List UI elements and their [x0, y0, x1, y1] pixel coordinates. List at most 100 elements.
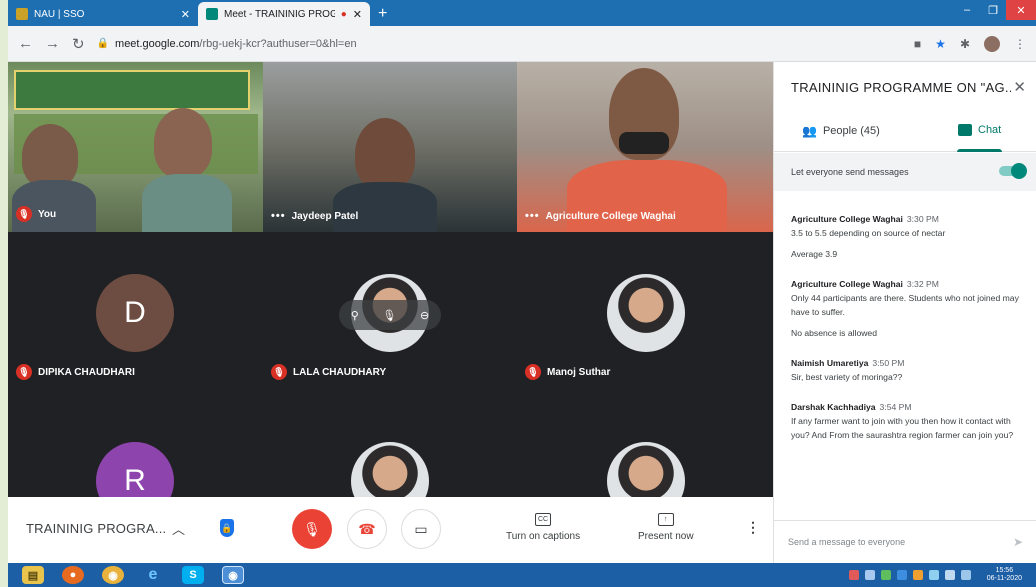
tab-meet[interactable]: Meet - TRAININIG PROGRAI ● ✕ [198, 2, 370, 26]
camera-icon[interactable]: ■ [914, 37, 921, 51]
firefox-icon[interactable]: ● [62, 566, 84, 584]
meeting-controls: TRAININIG PROGRA... ︿ 🔒 🎙 ☎ ▭ CC Turn on… [8, 497, 773, 563]
recording-dot-icon: ● [340, 8, 347, 20]
bookmark-star-icon[interactable]: ★ [935, 37, 946, 51]
mask [619, 132, 669, 154]
leave-call-button[interactable]: ☎ [347, 509, 387, 549]
internet-explorer-icon[interactable]: e [142, 566, 164, 584]
tile-lala-chaudhary[interactable]: ⚲ 🎙 ⊖ 🎙 LALA CHAUDHARY [263, 232, 517, 390]
tile-participant[interactable] [263, 390, 517, 497]
tile-label: ••• Jaydeep Patel [271, 210, 358, 222]
tab-chat[interactable]: Chat [958, 124, 1001, 136]
more-options-icon[interactable]: ••• [271, 210, 286, 222]
participant-name: Manoj Suthar [547, 366, 611, 378]
let-everyone-toggle[interactable] [999, 163, 1027, 179]
message-text: No absence is allowed [791, 328, 877, 338]
tray-app-icon[interactable] [912, 570, 923, 580]
people-label: People (45) [822, 125, 880, 137]
back-icon[interactable]: ← [18, 35, 33, 52]
send-message-box: Send a message to everyone ➤ [774, 520, 1036, 563]
url-path: /rbg-uekj-kcr?authuser=0&hl=en [199, 37, 357, 50]
skype-icon[interactable]: S [182, 566, 204, 584]
more-options-icon[interactable]: ••• [525, 210, 540, 222]
keyboard-icon[interactable] [960, 570, 971, 580]
restore-icon[interactable]: ❐ [980, 0, 1006, 20]
panel-title: TRAININIG PROGRAMME ON "AG... [791, 80, 1011, 95]
chat-message: Darshak Kachhadiya 3:54 PM If any farmer … [791, 400, 1023, 442]
clock[interactable]: 15:56 06-11-2020 [987, 567, 1022, 583]
minimize-icon[interactable]: – [954, 0, 980, 20]
puzzle-icon[interactable]: ✱ [960, 37, 970, 51]
video-grid: 🎙 You ••• Jaydeep Patel ••• Agriculture … [8, 62, 773, 497]
file-explorer-icon[interactable]: ▤ [22, 566, 44, 584]
reload-icon[interactable]: ↻ [72, 35, 85, 53]
chat-messages: Agriculture College Waghai 3:30 PM 3.5 to… [791, 212, 1023, 454]
message-text: Only 44 participants are there. Students… [791, 293, 1019, 317]
camera-toggle-button[interactable]: ▭ [401, 509, 441, 549]
participant-name: LALA CHAUDHARY [293, 366, 387, 378]
tile-label: 🎙 You [16, 206, 56, 222]
volume-icon[interactable] [944, 570, 955, 580]
bluetooth-icon[interactable] [864, 570, 875, 580]
tray-app-icon[interactable] [848, 570, 859, 580]
chrome-icon[interactable]: ◉ [102, 566, 124, 584]
chat-label: Chat [978, 124, 1002, 136]
tile-manoj-suthar[interactable]: 🎙 Manoj Suthar [517, 232, 773, 390]
present-button[interactable]: ↑ Present now [638, 513, 694, 542]
network-icon[interactable] [928, 570, 939, 580]
captions-button[interactable]: CC Turn on captions [506, 513, 580, 542]
url-host: meet.google.com [115, 37, 200, 50]
address-bar: ← → ↻ 🔒 meet.google.com/rbg-uekj-kcr?aut… [8, 26, 1036, 62]
message-time: 3:30 PM [906, 214, 939, 224]
tile-participant[interactable] [517, 390, 773, 497]
message-sender: Agriculture College Waghai [791, 214, 903, 224]
tab-people[interactable]: 👥 People (45) [802, 124, 880, 138]
captions-label: Turn on captions [506, 531, 581, 542]
chrome-active-icon[interactable]: ◉ [222, 566, 244, 584]
mic-off-icon: 🎙 [16, 206, 32, 222]
tile-jaydeep-patel[interactable]: ••• Jaydeep Patel [263, 62, 517, 232]
profile-avatar[interactable] [984, 35, 1000, 52]
screen: NAU | SSO ✕ Meet - TRAININIG PROGRAI ● ✕… [0, 0, 1036, 587]
meeting-title[interactable]: TRAININIG PROGRA... [26, 521, 166, 536]
mic-off-icon: 🎙 [525, 364, 541, 380]
participant-name: DIPIKA CHAUDHARI [38, 366, 135, 378]
tile-label: 🎙 LALA CHAUDHARY [271, 364, 386, 380]
tray-app-icon[interactable] [880, 570, 891, 580]
url-field[interactable]: 🔒 meet.google.com/rbg-uekj-kcr?authuser=… [97, 38, 902, 50]
forward-icon[interactable]: → [45, 35, 60, 52]
remove-icon[interactable]: ⊖ [420, 309, 429, 322]
clock-date: 06-11-2020 [986, 575, 1022, 582]
send-icon[interactable]: ➤ [1013, 535, 1023, 549]
participant-face [22, 124, 78, 188]
mic-off-icon: 🎙 [16, 364, 32, 380]
chat-message: Agriculture College Waghai 3:30 PM 3.5 to… [791, 212, 1023, 261]
tile-agriculture-college-waghai[interactable]: ••• Agriculture College Waghai [517, 62, 773, 232]
tray-app-icon[interactable] [896, 570, 907, 580]
tile-dipika-chaudhari[interactable]: D 🎙 DIPIKA CHAUDHARI [8, 232, 263, 390]
shield-icon[interactable]: 🔒 [220, 519, 234, 537]
tab-nau-sso[interactable]: NAU | SSO ✕ [8, 2, 198, 26]
close-tab-icon[interactable]: ✕ [353, 8, 362, 21]
window-close-icon[interactable]: ✕ [1006, 0, 1036, 20]
message-time: 3:50 PM [872, 358, 905, 368]
participant-name: Jaydeep Patel [291, 210, 359, 222]
avatar [351, 442, 429, 497]
nau-favicon-icon [16, 8, 28, 20]
pin-icon[interactable]: ⚲ [351, 309, 359, 322]
send-message-input[interactable]: Send a message to everyone [788, 537, 905, 547]
mute-participant-icon[interactable]: 🎙 [382, 309, 396, 322]
mic-toggle-button[interactable]: 🎙 [292, 509, 332, 549]
tile-label: 🎙 DIPIKA CHAUDHARI [16, 364, 135, 380]
tile-you[interactable]: 🎙 You [8, 62, 263, 232]
captions-icon: CC [535, 513, 552, 526]
chevron-up-icon[interactable]: ︿ [172, 519, 185, 538]
tile-r[interactable]: R [8, 390, 263, 497]
close-tab-icon[interactable]: ✕ [181, 8, 190, 21]
browser-tab-strip: NAU | SSO ✕ Meet - TRAININIG PROGRAI ● ✕… [8, 0, 1036, 26]
participant-name: You [38, 208, 57, 220]
more-options-icon[interactable]: ⋮ [746, 519, 760, 536]
new-tab-button[interactable]: + [378, 5, 387, 23]
close-panel-icon[interactable]: ✕ [1013, 78, 1026, 96]
menu-icon[interactable]: ⋮ [1014, 37, 1026, 51]
